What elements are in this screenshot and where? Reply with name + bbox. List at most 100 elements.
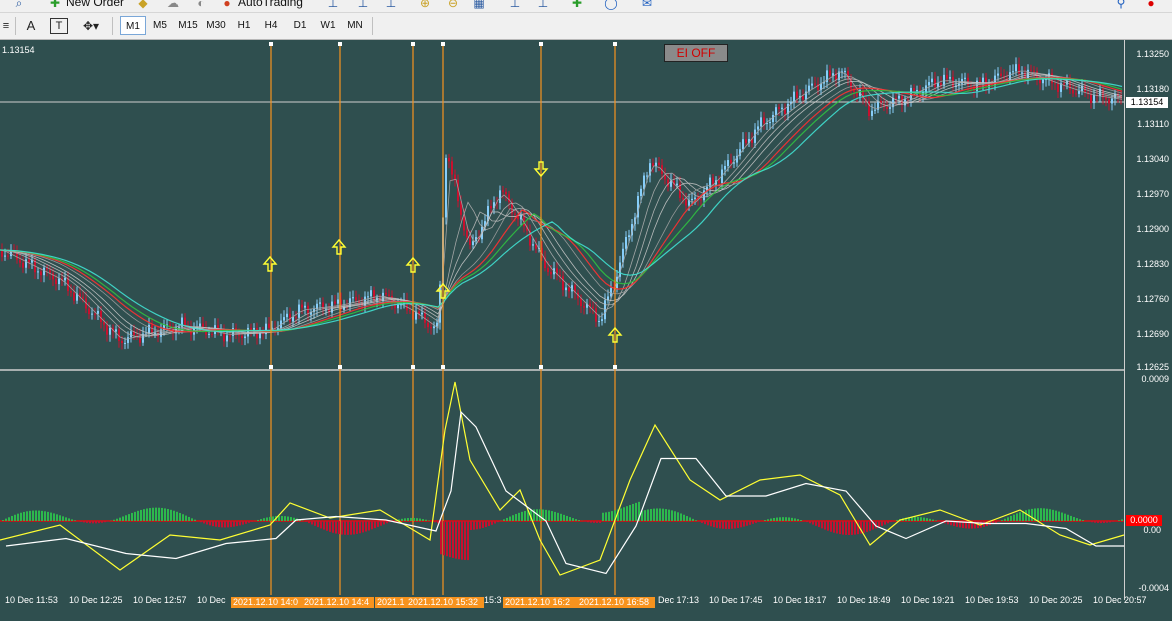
histogram-bar [1106, 521, 1108, 523]
candle-body [829, 70, 831, 76]
histogram-bar [593, 521, 595, 523]
timeframe-m1[interactable]: M1 [120, 16, 146, 35]
histogram-bar [482, 521, 484, 528]
histogram-bar [104, 521, 106, 523]
indicators-icon[interactable]: ✚ [570, 0, 584, 10]
candle-body [397, 304, 399, 309]
candle-body [1033, 70, 1035, 72]
candle-chart-icon[interactable]: ⊥ [356, 0, 370, 10]
timeframe-h4[interactable]: H4 [258, 16, 284, 35]
timeframe-d1[interactable]: D1 [287, 16, 313, 35]
timeframe-w1[interactable]: W1 [315, 16, 341, 35]
histogram-bar [557, 512, 559, 521]
histogram-bar [263, 518, 265, 521]
time-tick: 10 Dec 19:21 [901, 595, 955, 605]
histogram-bar [92, 521, 94, 524]
histogram-bar [518, 512, 520, 521]
candle-body [82, 297, 84, 299]
notification-icon[interactable]: ● [1144, 0, 1158, 10]
candle-body [793, 91, 795, 103]
search-icon[interactable]: ⌕ [12, 0, 26, 10]
candle-body [241, 335, 243, 339]
histogram-bar [1070, 515, 1072, 521]
periods-icon[interactable]: ◯ [604, 0, 618, 10]
histogram-bar [1061, 512, 1063, 521]
histogram-bar [239, 521, 241, 526]
candle-body [136, 335, 138, 337]
histogram-bar [479, 521, 481, 529]
text-label-icon[interactable]: T [50, 18, 68, 34]
histogram-bar [827, 521, 829, 531]
time-tick: 15:3 [484, 595, 502, 605]
histogram-bar [878, 521, 880, 528]
timeframe-m30[interactable]: M30 [203, 16, 229, 35]
new-order-icon[interactable]: ✚ [48, 0, 62, 10]
candle-body [64, 277, 66, 281]
candle-body [1090, 93, 1092, 104]
tile-windows-icon[interactable]: ▦ [472, 0, 486, 10]
histogram-bar [920, 517, 922, 521]
cloud-icon[interactable]: ☁ [166, 0, 180, 10]
candle-body [52, 273, 54, 280]
new-order-button[interactable]: New Order [66, 0, 124, 9]
candle-body [811, 83, 813, 86]
text-tool-icon[interactable]: A [22, 17, 40, 35]
histogram-bar [344, 521, 346, 535]
histogram-bar [80, 521, 82, 522]
line-chart-icon[interactable]: ⊥ [384, 0, 398, 10]
experts-icon[interactable]: ◐ [194, 0, 208, 10]
moving-average-line [0, 70, 1123, 340]
candle-body [814, 83, 816, 85]
candle-body [469, 237, 471, 246]
candle-body [295, 316, 297, 318]
fibonacci-icon[interactable]: ≡ [0, 17, 12, 35]
histogram-bar [32, 510, 34, 521]
candle-body [592, 306, 594, 309]
candle-body [769, 122, 771, 124]
price-tick: 1.13250 [1136, 49, 1169, 59]
histogram-bar [329, 521, 331, 532]
histogram-bar [698, 521, 700, 522]
autotrading-icon[interactable]: ● [220, 0, 234, 10]
zoom-in-icon[interactable]: ⊕ [418, 0, 432, 10]
histogram-bar [101, 521, 103, 523]
timeframe-m5[interactable]: M5 [147, 16, 173, 35]
histogram-bar [575, 519, 577, 521]
timeframe-mn[interactable]: MN [342, 16, 368, 35]
candle-body [1015, 64, 1017, 72]
autotrading-button[interactable]: AutoTrading [238, 0, 303, 9]
search-tool-icon[interactable]: ⚲ [1114, 0, 1128, 10]
moving-average-line [0, 78, 1123, 333]
zoom-out-icon[interactable]: ⊖ [446, 0, 460, 10]
histogram-bar [98, 521, 100, 524]
histogram-bar [1007, 517, 1009, 521]
timeframe-m15[interactable]: M15 [175, 16, 201, 35]
chart-shift-icon[interactable]: ⊥ [536, 0, 550, 10]
histogram-bar [1052, 509, 1054, 521]
histogram-bar [287, 516, 289, 521]
bar-chart-icon[interactable]: ⊥ [326, 0, 340, 10]
scroll-chart-icon[interactable]: ⊥ [508, 0, 522, 10]
up-arrow-icon [331, 238, 347, 255]
candle-body [1072, 89, 1074, 94]
histogram-bar [2, 520, 4, 521]
histogram-bar [311, 521, 313, 525]
histogram-bar [917, 516, 919, 521]
ei-off-button[interactable]: EI OFF [664, 44, 728, 62]
candle-body [40, 271, 42, 276]
arrows-dropdown-icon[interactable]: ✥▾ [76, 17, 106, 35]
candle-body [7, 255, 9, 257]
templates-icon[interactable]: ✉ [640, 0, 654, 10]
histogram-bar [338, 521, 340, 535]
moving-average-line [0, 77, 1123, 333]
timeframe-h1[interactable]: H1 [231, 16, 257, 35]
histogram-bar [164, 508, 166, 521]
candle-body [19, 259, 21, 263]
histogram-bar [26, 511, 28, 521]
histogram-bar [644, 510, 646, 521]
histogram-bar [689, 517, 691, 521]
chart-canvas[interactable] [0, 40, 1172, 621]
market-watch-icon[interactable]: ◆ [136, 0, 150, 10]
moving-average-line [0, 72, 1123, 338]
chart-window[interactable]: 1.13154 EI OFF 1.13250 1.13180 1.13110 1… [0, 40, 1172, 621]
